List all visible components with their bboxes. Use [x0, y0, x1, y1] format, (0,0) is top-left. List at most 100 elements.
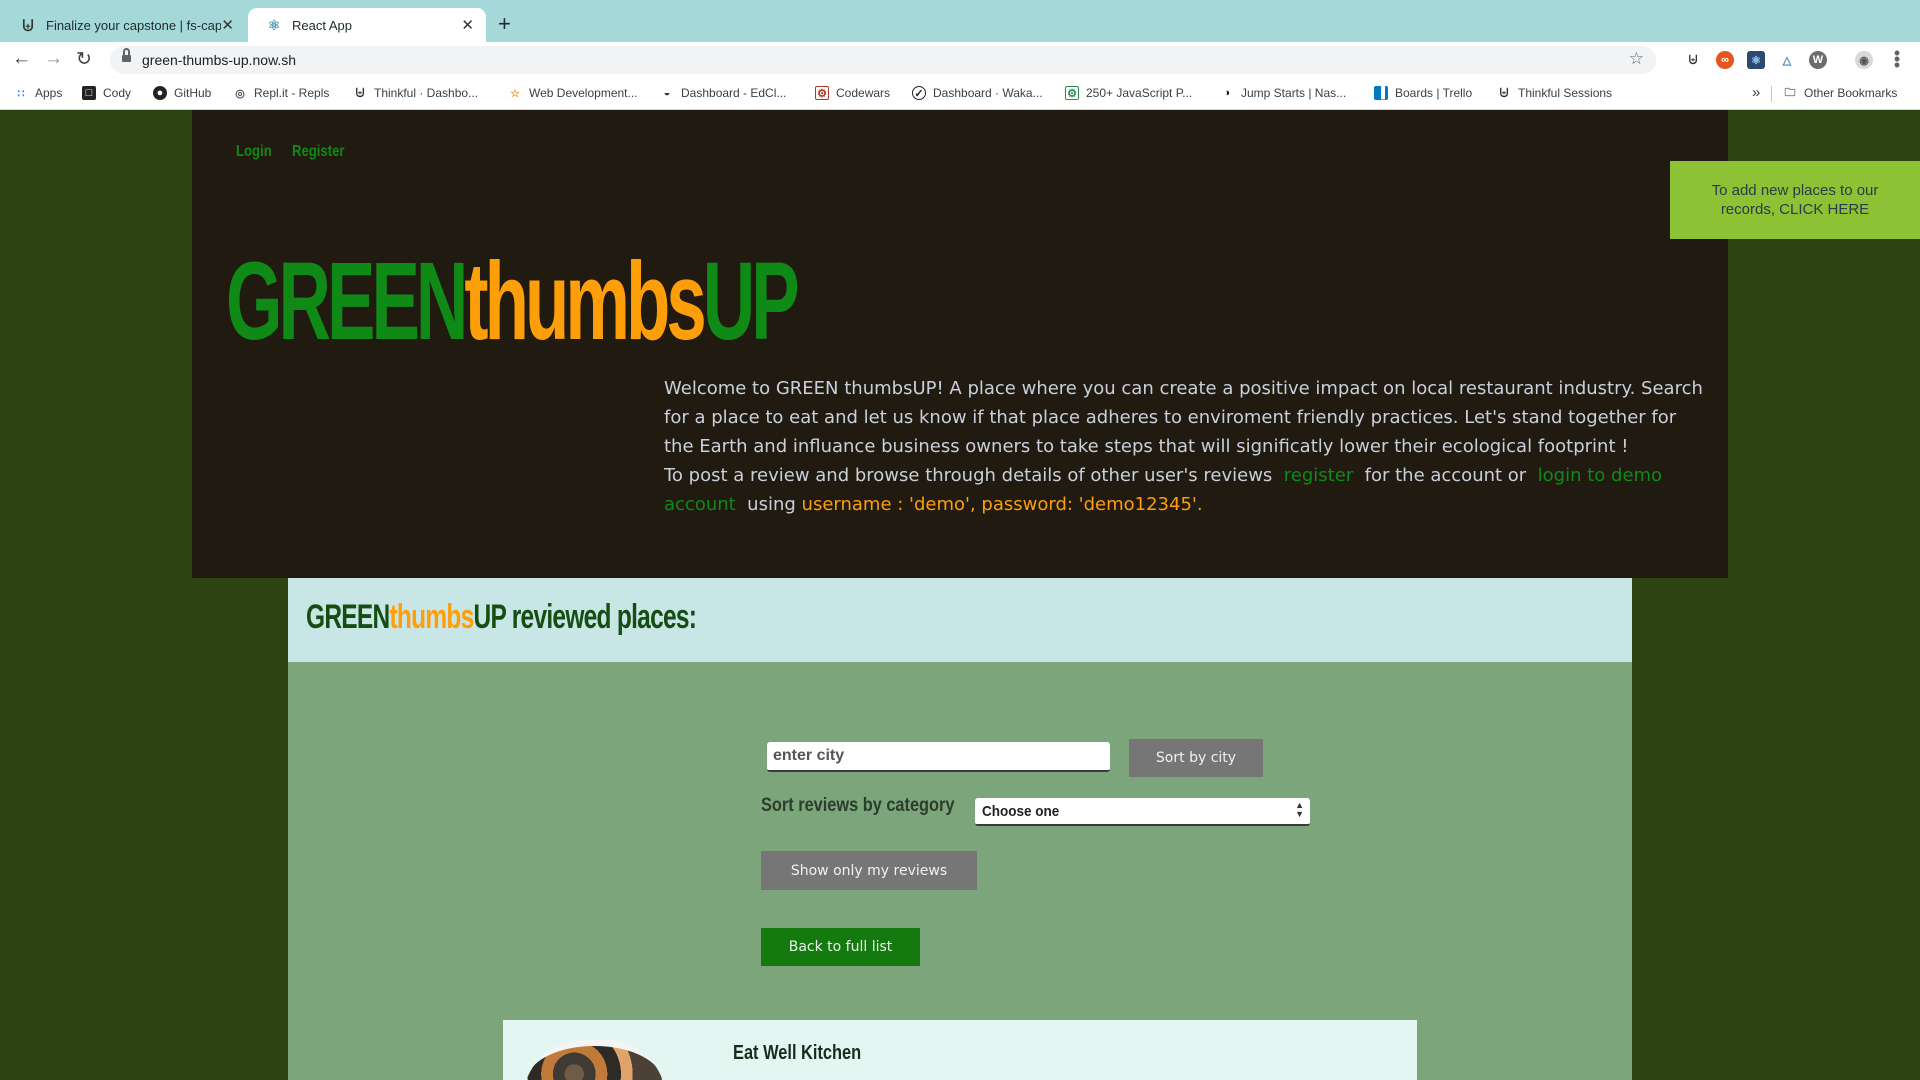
other-bookmarks[interactable]: 🗀 Other Bookmarks — [1783, 86, 1898, 100]
bookmark-trello[interactable]: ▐ Boards | Trello — [1374, 86, 1472, 100]
brand-logo: GREENthumbsUP — [226, 247, 800, 357]
address-bar[interactable]: green-thumbs-up.now.sh ☆ — [110, 46, 1656, 74]
browser-menu-icon[interactable]: • • • — [1890, 44, 1904, 74]
edclub-icon: ◒ — [663, 87, 671, 99]
replit-icon: ◎ — [235, 87, 245, 100]
register-link[interactable]: Register — [292, 143, 345, 161]
bookmark-label: Thinkful Sessions — [1518, 86, 1613, 100]
bookmark-jump-starts[interactable]: ◑ Jump Starts | Nas... — [1220, 86, 1346, 100]
login-link[interactable]: Login — [236, 143, 272, 161]
web-dev-icon: ☆ — [510, 87, 520, 100]
apps-grid-icon: ∷ — [17, 87, 25, 100]
wakatime-icon: ✓ — [912, 86, 926, 100]
welcome-text: Welcome to GREEN thumbsUP! A place where… — [664, 374, 1704, 519]
bookmarks-separator — [1771, 86, 1772, 102]
other-bookmarks-label: Other Bookmarks — [1804, 86, 1898, 100]
browser-tab-strip: ⨄ Finalize your capstone | fs-capstone ✕… — [0, 0, 1920, 42]
bookmark-replit[interactable]: ◎ Repl.it - Repls — [233, 86, 329, 100]
profile-avatar-icon[interactable]: ◉ — [1855, 51, 1873, 69]
bookmark-label: GitHub — [174, 86, 212, 100]
demo-credentials: username : 'demo', password: 'demo12345'… — [801, 494, 1203, 515]
instructions-paragraph: To post a review and browse through deta… — [664, 461, 1704, 519]
jumpstarts-icon: ◑ — [1223, 87, 1231, 99]
triangle-extension-icon[interactable]: △ — [1778, 51, 1796, 69]
title-part-rest: UP reviewed places: — [473, 598, 697, 636]
brand-part-green: GREEN — [226, 240, 468, 363]
wordpress-extension-icon[interactable]: W — [1809, 51, 1827, 69]
reload-icon[interactable]: ↻ — [76, 48, 92, 71]
github-icon: ● — [153, 86, 167, 100]
bookmark-thinkful-sessions[interactable]: ⨄ Thinkful Sessions — [1497, 86, 1612, 100]
react-icon: ⚛ — [267, 16, 281, 33]
place-name: Eat Well Kitchen — [733, 1042, 862, 1064]
hero-section: Login Register GREENthumbsUP Welcome to … — [192, 110, 1728, 578]
bookmarks-overflow-icon[interactable]: » — [1752, 84, 1760, 101]
url-text[interactable]: green-thumbs-up.now.sh — [142, 52, 296, 68]
javascript-icon: ⚙ — [1065, 86, 1079, 100]
category-label: Sort reviews by category — [761, 795, 955, 816]
brand-part-thumbs: thumbs — [464, 240, 706, 363]
forward-arrow-icon[interactable]: → — [44, 48, 63, 70]
thinkful-icon: ⨄ — [355, 86, 365, 99]
bookmark-label: Dashboard · Waka... — [933, 86, 1043, 100]
places-header: GREENthumbsUP reviewed places: — [288, 578, 1632, 662]
orange-extension-icon[interactable]: ∞ — [1716, 51, 1734, 69]
city-search-input[interactable] — [767, 742, 1110, 772]
bookmark-label: Boards | Trello — [1395, 86, 1473, 100]
codewars-icon: ⚙ — [815, 86, 829, 100]
add-place-cta-button[interactable]: To add new places to our records, CLICK … — [1670, 161, 1920, 239]
select-arrows-icon: ▲ ▼ — [1295, 800, 1304, 819]
bookmark-label: Cody — [103, 86, 132, 100]
tab-react-app[interactable]: ⚛ React App ✕ — [248, 8, 486, 42]
bookmark-star-icon[interactable]: ☆ — [1629, 49, 1644, 69]
browser-toolbar: ← → ↻ green-thumbs-up.now.sh ☆ ⨄ ∞ ⚛ △ W… — [0, 42, 1920, 78]
place-thumbnail — [523, 1040, 666, 1080]
thinkful-icon: ⨄ — [22, 16, 34, 33]
title-part-green: GREEN — [306, 598, 390, 636]
close-icon[interactable]: ✕ — [221, 16, 234, 34]
bookmark-javascript-projects[interactable]: ⚙ 250+ JavaScript P... — [1065, 86, 1192, 100]
react-devtools-icon[interactable]: ⚛ — [1747, 51, 1765, 69]
places-list-section: Sort by city Sort reviews by category Ch… — [288, 662, 1632, 1080]
brand-part-up: UP — [702, 240, 800, 363]
new-tab-icon[interactable]: + — [498, 11, 511, 37]
bookmark-label: Codewars — [836, 86, 891, 100]
show-my-reviews-button[interactable]: Show only my reviews — [761, 851, 977, 890]
sort-by-city-button[interactable]: Sort by city — [1129, 739, 1263, 777]
using-text: using — [747, 494, 796, 515]
category-selected-value: Choose one — [982, 803, 1060, 820]
tab-capstone[interactable]: ⨄ Finalize your capstone | fs-capstone ✕ — [2, 8, 246, 42]
cody-icon: □ — [82, 86, 96, 100]
welcome-paragraph: Welcome to GREEN thumbsUP! A place where… — [664, 378, 1703, 457]
post-review-text: To post a review and browse through deta… — [664, 465, 1273, 486]
lock-icon[interactable] — [122, 48, 131, 63]
bookmark-codewars[interactable]: ⚙ Codewars — [815, 86, 890, 100]
bookmark-github[interactable]: ● GitHub — [153, 86, 211, 100]
folder-icon: 🗀 — [1784, 86, 1796, 99]
bookmark-web-development[interactable]: ☆ Web Development... — [508, 86, 638, 100]
bookmarks-bar: ∷ Apps □ Cody ● GitHub ◎ Repl.it - Repls… — [0, 78, 1920, 110]
back-arrow-icon[interactable]: ← — [12, 48, 31, 70]
bookmark-wakatime[interactable]: ✓ Dashboard · Waka... — [912, 86, 1043, 100]
bookmark-cody[interactable]: □ Cody — [82, 86, 131, 100]
title-part-thumbs: thumbs — [389, 598, 474, 636]
places-title: GREENthumbsUP reviewed places: — [306, 598, 697, 637]
close-icon[interactable]: ✕ — [461, 16, 474, 34]
bookmark-label: Web Development... — [529, 86, 638, 100]
category-select[interactable]: Choose one ▲ ▼ — [975, 798, 1310, 826]
back-to-full-list-button[interactable]: Back to full list — [761, 928, 920, 966]
place-card[interactable]: Eat Well Kitchen — [503, 1020, 1417, 1080]
bookmark-apps[interactable]: ∷ Apps — [14, 86, 63, 100]
bookmark-thinkful-dashboard[interactable]: ⨄ Thinkful · Dashbo... — [353, 86, 478, 100]
thinkful-extension-icon[interactable]: ⨄ — [1684, 51, 1702, 69]
food-bowl-image — [527, 1046, 662, 1080]
bookmark-label: Jump Starts | Nas... — [1241, 86, 1347, 100]
bookmark-label: Apps — [35, 86, 63, 100]
page-viewport: Login Register GREENthumbsUP Welcome to … — [0, 110, 1920, 1080]
bookmark-label: 250+ JavaScript P... — [1086, 86, 1193, 100]
thinkful-icon: ⨄ — [1499, 86, 1509, 99]
bookmark-edclub[interactable]: ◒ Dashboard - EdCl... — [660, 86, 787, 100]
account-text: for the account or — [1364, 465, 1527, 486]
auth-nav: Login Register — [236, 143, 364, 161]
register-inline-link[interactable]: register — [1284, 465, 1353, 486]
